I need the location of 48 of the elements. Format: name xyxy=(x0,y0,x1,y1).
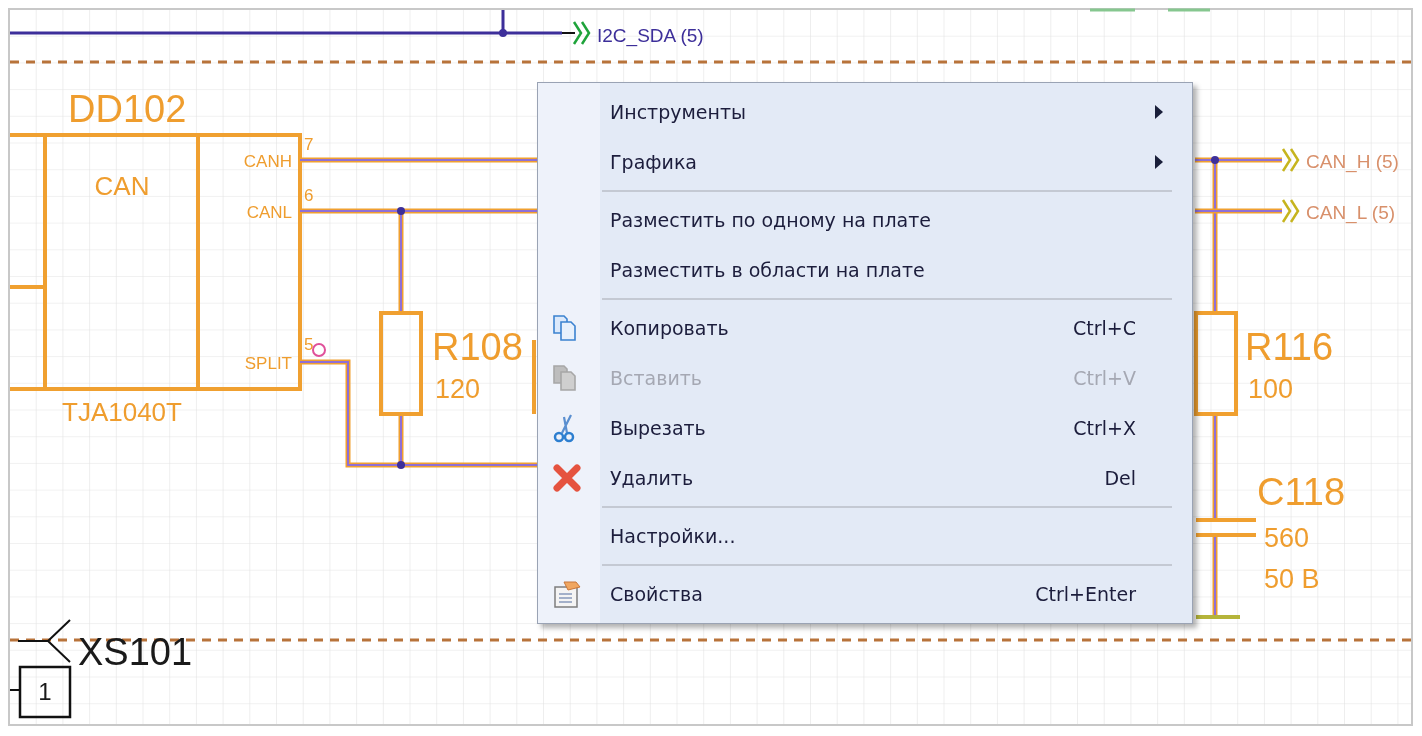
pin-name: CANL xyxy=(246,203,292,222)
net-label: CAN_H (5) xyxy=(1306,151,1399,172)
ground-line xyxy=(1196,615,1240,619)
pin-marker-icon xyxy=(312,343,326,357)
pin-number: 7 xyxy=(304,135,314,154)
pin-name: SPLIT xyxy=(244,354,292,373)
component-ref-label: DD102 xyxy=(68,88,187,130)
menu-item[interactable]: Вырезать Ctrl+X xyxy=(538,403,1192,453)
keyboard-shortcut: Del xyxy=(1104,467,1136,489)
component-value-label: 100 xyxy=(1248,374,1294,404)
pin-number: 6 xyxy=(304,186,314,205)
keyboard-shortcut: Ctrl+Enter xyxy=(1035,583,1136,605)
keyboard-shortcut: Ctrl+X xyxy=(1073,417,1136,439)
menu-item[interactable]: Инструменты xyxy=(538,87,1192,137)
menu-item[interactable]: Разместить по одному на плате xyxy=(538,195,1192,245)
net-port-icon xyxy=(1281,198,1300,224)
net-port-icon xyxy=(572,20,591,46)
menu-item[interactable]: Настройки... xyxy=(538,511,1192,561)
component-ref-label: R108 xyxy=(432,326,523,368)
scissors-icon xyxy=(552,413,576,443)
component-ref-label: XS101 xyxy=(78,631,193,673)
net-port-icon xyxy=(1281,147,1300,173)
keyboard-shortcut: Ctrl+V xyxy=(1073,367,1136,389)
net-label: I2C_SDA (5) xyxy=(597,25,704,46)
capacitor-symbol xyxy=(1194,518,1258,537)
component-value-label: 120 xyxy=(435,374,481,404)
component-value-label: 560 xyxy=(1264,523,1310,553)
menu-item[interactable]: Разместить в области на плате xyxy=(538,245,1192,295)
net-label: CAN_L (5) xyxy=(1306,202,1396,223)
component-ref-label: R116 xyxy=(1245,326,1334,368)
pin-number: 5 xyxy=(304,335,314,354)
menu-item[interactable]: Копировать Ctrl+C xyxy=(538,303,1192,353)
menu-item[interactable]: Графика xyxy=(538,137,1192,187)
paste-icon xyxy=(552,364,578,392)
connector-symbol xyxy=(17,619,71,663)
menu-item[interactable]: Удалить Del xyxy=(538,453,1192,503)
pin-name: CANH xyxy=(243,152,292,171)
component-value-label: 50 В xyxy=(1264,564,1320,594)
component-ref-label: C118 xyxy=(1257,471,1346,513)
copy-icon xyxy=(552,314,578,342)
delete-icon xyxy=(552,463,582,493)
menu-item[interactable]: Свойства Ctrl+Enter xyxy=(538,569,1192,619)
connector-pin-box xyxy=(18,665,72,719)
part-number-label: TJA1040T xyxy=(62,397,182,427)
properties-icon xyxy=(552,579,582,609)
keyboard-shortcut: Ctrl+C xyxy=(1073,317,1136,339)
pin-number: 1 xyxy=(38,678,52,705)
chip-function-label: CAN xyxy=(94,171,150,201)
